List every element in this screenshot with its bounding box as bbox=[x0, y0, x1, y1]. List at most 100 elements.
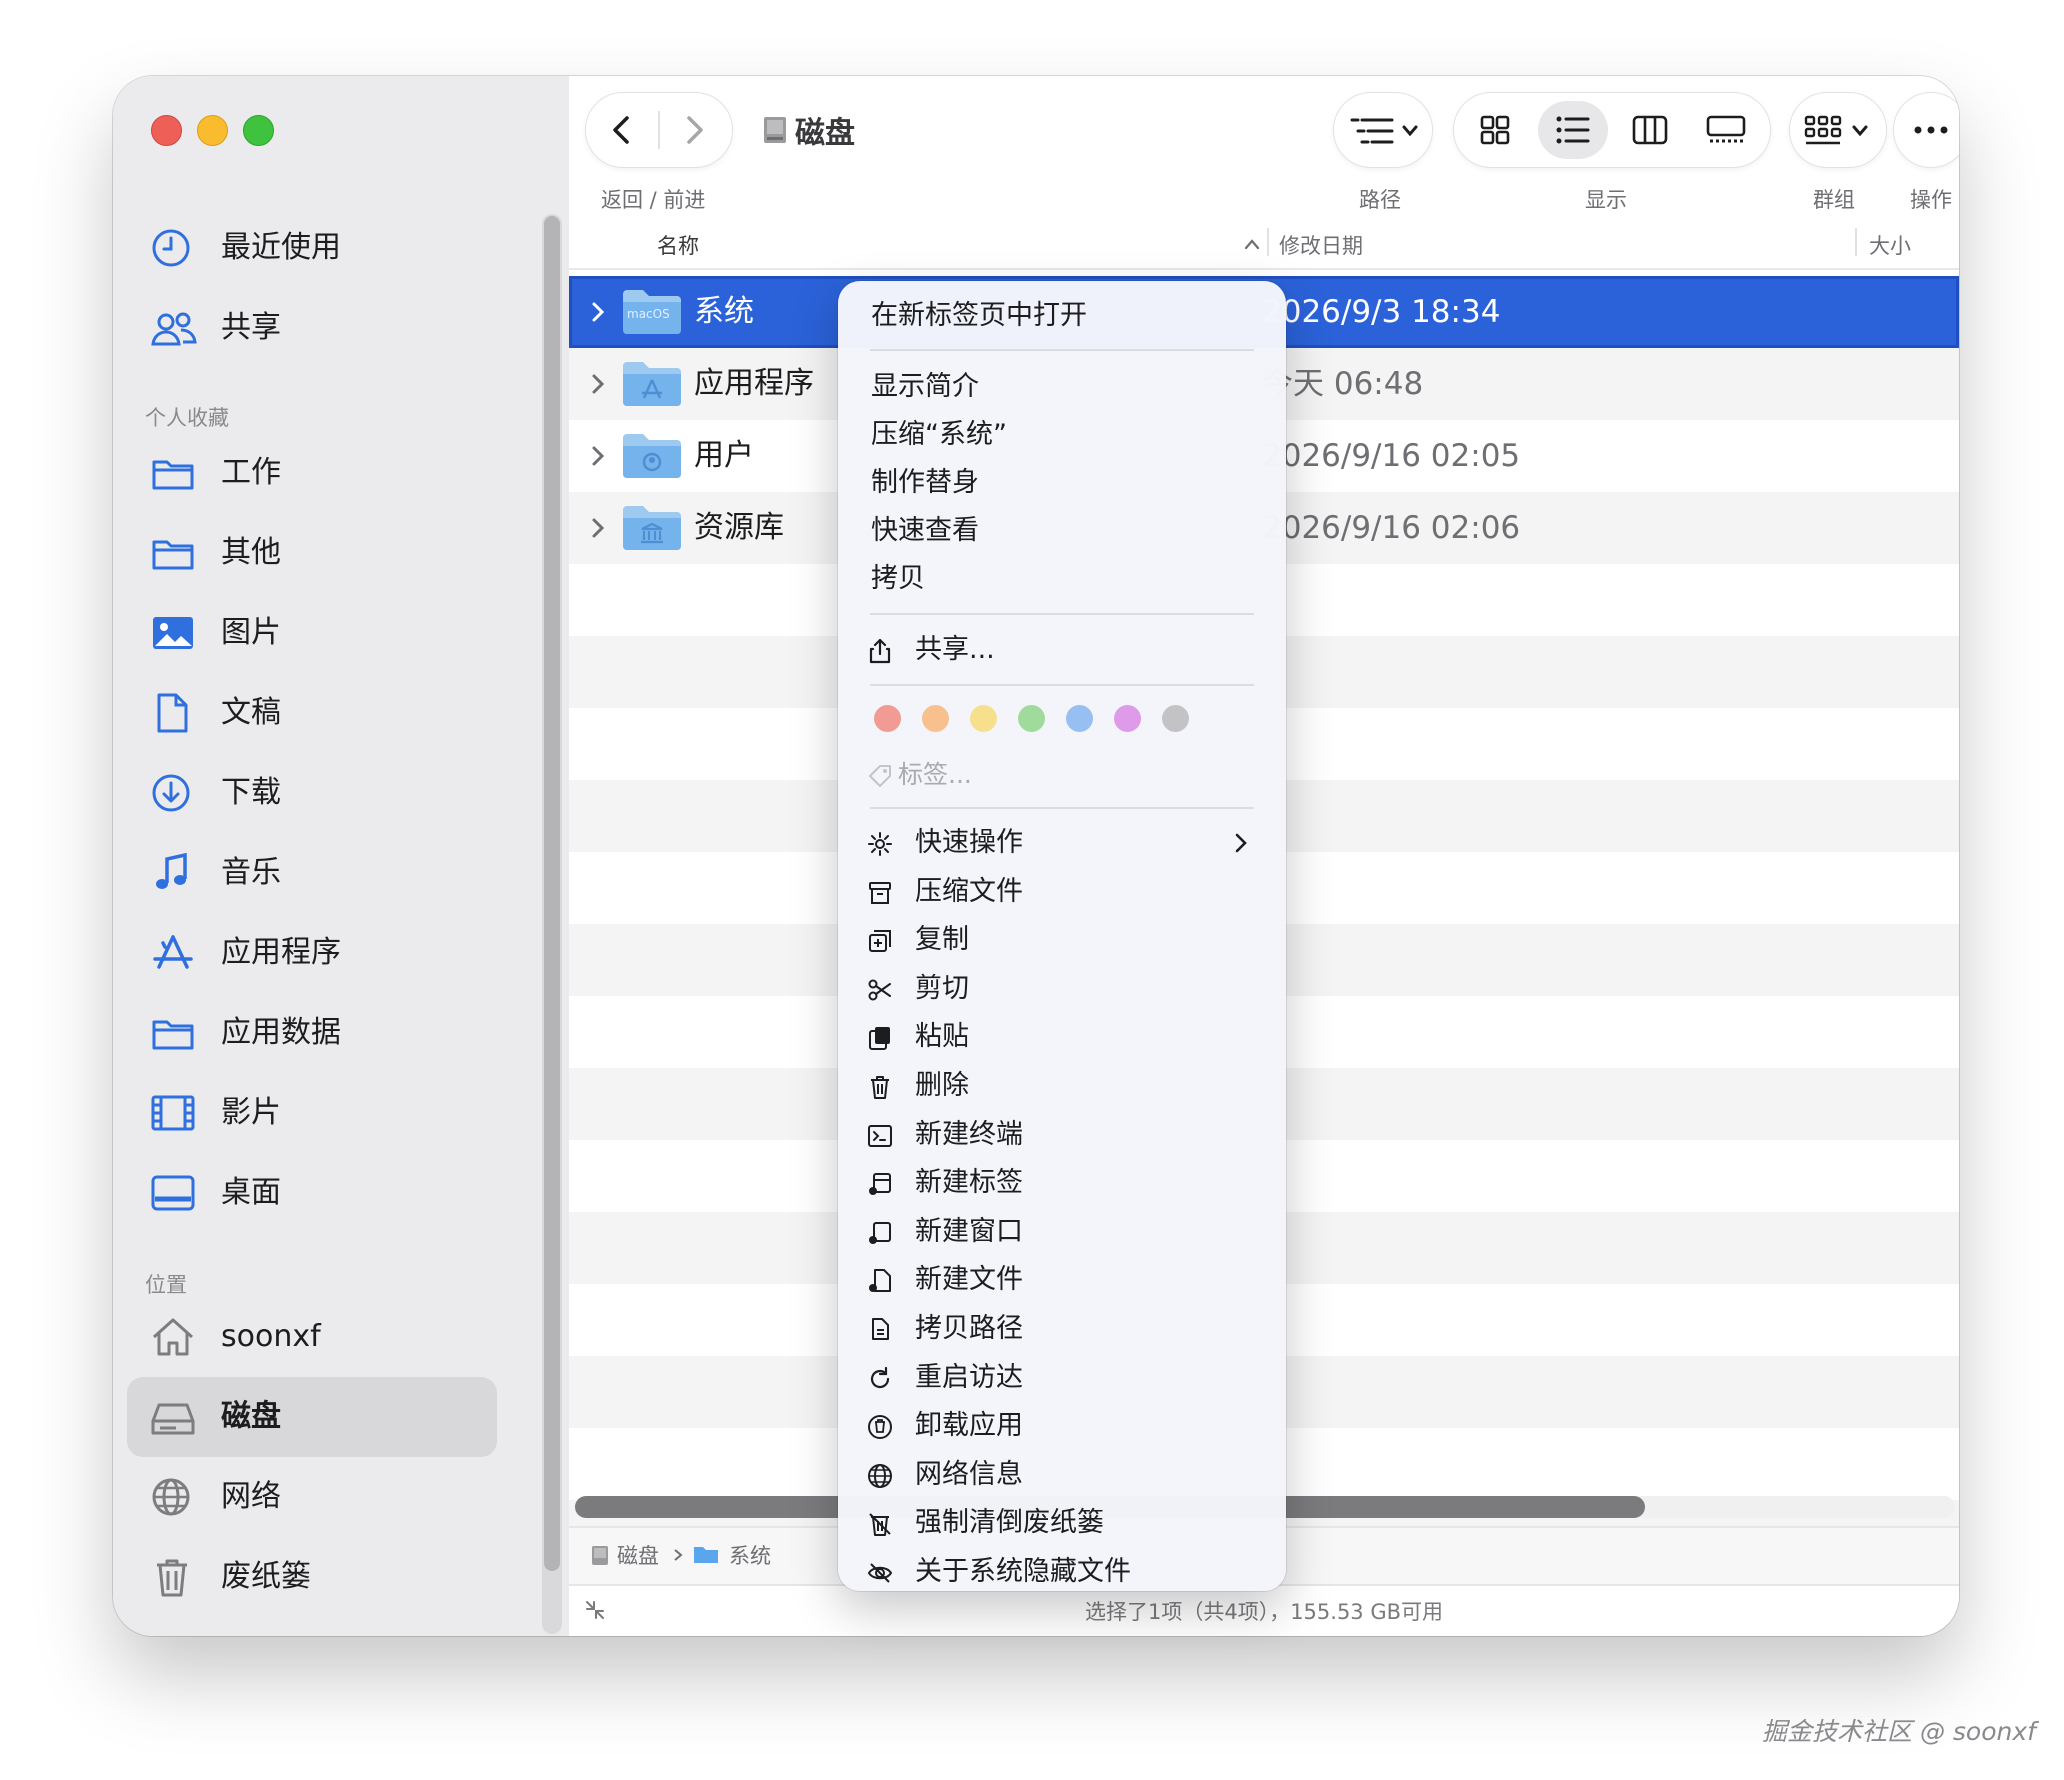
menu-item[interactable]: 粘贴 bbox=[838, 1013, 1286, 1061]
sidebar-item-music[interactable]: 音乐 bbox=[127, 833, 497, 913]
tag-color-dot[interactable] bbox=[970, 705, 997, 732]
chevron-right-icon[interactable] bbox=[591, 444, 605, 468]
file-date: 2026/9/16 02:06 bbox=[1262, 510, 1521, 546]
menu-item[interactable]: 新建窗口 bbox=[838, 1208, 1286, 1256]
sidebar-scrollbar-thumb[interactable] bbox=[544, 216, 560, 1571]
gallery-view-button[interactable] bbox=[1694, 101, 1758, 159]
path-button[interactable] bbox=[1333, 92, 1433, 168]
menu-item-label: 共享... bbox=[915, 634, 995, 665]
menu-item[interactable]: 快速操作 bbox=[838, 819, 1286, 867]
pathbar-item-disk[interactable]: 磁盘 bbox=[617, 1540, 659, 1570]
sidebar-item-label: 应用程序 bbox=[221, 935, 341, 970]
chevron-right-icon[interactable] bbox=[591, 372, 605, 396]
tag-color-dot[interactable] bbox=[922, 705, 949, 732]
menu-item-tags[interactable]: 标签... bbox=[838, 751, 1286, 799]
zoom-window-button[interactable] bbox=[243, 115, 274, 146]
pathbar-item-folder[interactable]: 系统 bbox=[729, 1540, 771, 1570]
paste-icon bbox=[869, 1027, 890, 1051]
tag-color-dot[interactable] bbox=[1114, 705, 1141, 732]
menu-item[interactable]: 新建终端 bbox=[838, 1111, 1286, 1159]
menu-item-label: 剪切 bbox=[915, 972, 969, 1004]
chevron-right-icon[interactable] bbox=[591, 516, 605, 540]
menu-item[interactable]: 强制清倒废纸篓 bbox=[838, 1499, 1286, 1547]
menu-item-label: 制作替身 bbox=[871, 467, 979, 498]
back-button[interactable] bbox=[586, 93, 658, 167]
menu-item[interactable]: 卸载应用 bbox=[838, 1402, 1286, 1450]
tag-color-dot[interactable] bbox=[1162, 705, 1189, 732]
action-button[interactable] bbox=[1893, 92, 1959, 168]
menu-item[interactable]: 重启访达 bbox=[838, 1354, 1286, 1402]
sidebar-item-network[interactable]: 网络 bbox=[127, 1457, 497, 1537]
menu-item-quick-look[interactable]: 快速查看 bbox=[838, 507, 1286, 555]
minimize-window-button[interactable] bbox=[197, 115, 228, 146]
menu-item[interactable]: 复制 bbox=[838, 916, 1286, 964]
menu-item[interactable]: 拷贝路径 bbox=[838, 1305, 1286, 1353]
menu-item-label: 在新标签页中打开 bbox=[871, 300, 1087, 331]
new-tab-icon bbox=[869, 1173, 891, 1196]
sidebar-item-applications[interactable]: 应用程序 bbox=[127, 913, 497, 993]
column-view-button[interactable] bbox=[1620, 101, 1680, 159]
tag-color-dot[interactable] bbox=[1018, 705, 1045, 732]
sidebar-item-movies[interactable]: 影片 bbox=[127, 1073, 497, 1153]
menu-item-share[interactable]: 共享... bbox=[838, 626, 1286, 674]
home-icon bbox=[151, 1317, 195, 1357]
menu-item[interactable]: 压缩文件 bbox=[838, 868, 1286, 916]
sidebar-item-work[interactable]: 工作 bbox=[127, 433, 497, 513]
download-icon bbox=[151, 773, 195, 813]
chevron-right-icon[interactable] bbox=[591, 300, 605, 324]
menu-item-open-in-tab[interactable]: 在新标签页中打开 bbox=[838, 292, 1286, 340]
menu-item-label: 快速操作 bbox=[915, 827, 1023, 858]
columns-icon bbox=[1632, 115, 1668, 145]
menu-item[interactable]: 新建文件 bbox=[838, 1256, 1286, 1304]
menu-item[interactable]: 删除 bbox=[838, 1062, 1286, 1110]
menu-item[interactable]: 剪切 bbox=[838, 965, 1286, 1013]
group-button[interactable] bbox=[1789, 92, 1887, 168]
menu-item-make-alias[interactable]: 制作替身 bbox=[838, 459, 1286, 507]
sidebar-item-disk[interactable]: 磁盘 bbox=[127, 1377, 497, 1457]
file-date: 2026/9/16 02:05 bbox=[1262, 438, 1521, 474]
sidebar-item-downloads[interactable]: 下载 bbox=[127, 753, 497, 833]
list-view-button[interactable] bbox=[1538, 101, 1608, 159]
tag-color-dot[interactable] bbox=[874, 705, 901, 732]
column-header-size[interactable]: 大小 bbox=[1869, 230, 1911, 260]
menu-item-get-info[interactable]: 显示简介 bbox=[838, 363, 1286, 411]
view-caption: 显示 bbox=[1585, 188, 1627, 212]
share-icon bbox=[869, 638, 891, 664]
menu-item[interactable]: 关于系统隐藏文件 bbox=[838, 1548, 1286, 1596]
menu-item-compress[interactable]: 压缩“系统” bbox=[838, 411, 1286, 459]
column-header-name[interactable]: 名称 bbox=[657, 230, 699, 260]
menu-separator bbox=[870, 349, 1254, 351]
menu-item-label: 粘贴 bbox=[915, 1021, 969, 1053]
sidebar-item-desktop[interactable]: 桌面 bbox=[127, 1153, 497, 1233]
menu-item-label: 显示简介 bbox=[871, 371, 979, 402]
menu-item-label: 新建文件 bbox=[915, 1264, 1023, 1296]
forward-button[interactable] bbox=[660, 93, 732, 167]
file-date: 今天 06:48 bbox=[1262, 366, 1424, 402]
column-divider bbox=[1267, 228, 1269, 256]
sidebar-item-label: 废纸篓 bbox=[221, 1559, 311, 1594]
sidebar-item-pictures[interactable]: 图片 bbox=[127, 593, 497, 673]
sidebar-item-home[interactable]: soonxf bbox=[127, 1297, 497, 1377]
close-window-button[interactable] bbox=[151, 115, 182, 146]
document-icon bbox=[151, 693, 195, 733]
chevron-down-icon bbox=[1402, 125, 1418, 137]
menu-item[interactable]: 网络信息 bbox=[838, 1451, 1286, 1499]
chevron-left-icon bbox=[613, 116, 629, 144]
sidebar-item-trash[interactable]: 废纸篓 bbox=[127, 1537, 497, 1617]
sidebar-item-recents[interactable]: 最近使用 bbox=[127, 208, 497, 288]
menu-item-copy[interactable]: 拷贝 bbox=[838, 555, 1286, 603]
sidebar-item-shared[interactable]: 共享 bbox=[127, 288, 497, 368]
menu-item[interactable]: 新建标签 bbox=[838, 1159, 1286, 1207]
tag-color-dot[interactable] bbox=[1066, 705, 1093, 732]
sidebar-item-other[interactable]: 其他 bbox=[127, 513, 497, 593]
sidebar-item-documents[interactable]: 文稿 bbox=[127, 673, 497, 753]
gear-icon bbox=[868, 832, 892, 856]
column-header-date[interactable]: 修改日期 bbox=[1279, 230, 1363, 260]
scissors-icon bbox=[868, 979, 891, 1001]
action-caption: 操作 bbox=[1910, 188, 1952, 212]
uninstall-icon bbox=[868, 1415, 892, 1440]
disk-title-icon bbox=[764, 117, 786, 143]
archive-icon bbox=[869, 881, 891, 904]
icon-view-button[interactable] bbox=[1464, 101, 1524, 159]
sidebar-item-app-data[interactable]: 应用数据 bbox=[127, 993, 497, 1073]
